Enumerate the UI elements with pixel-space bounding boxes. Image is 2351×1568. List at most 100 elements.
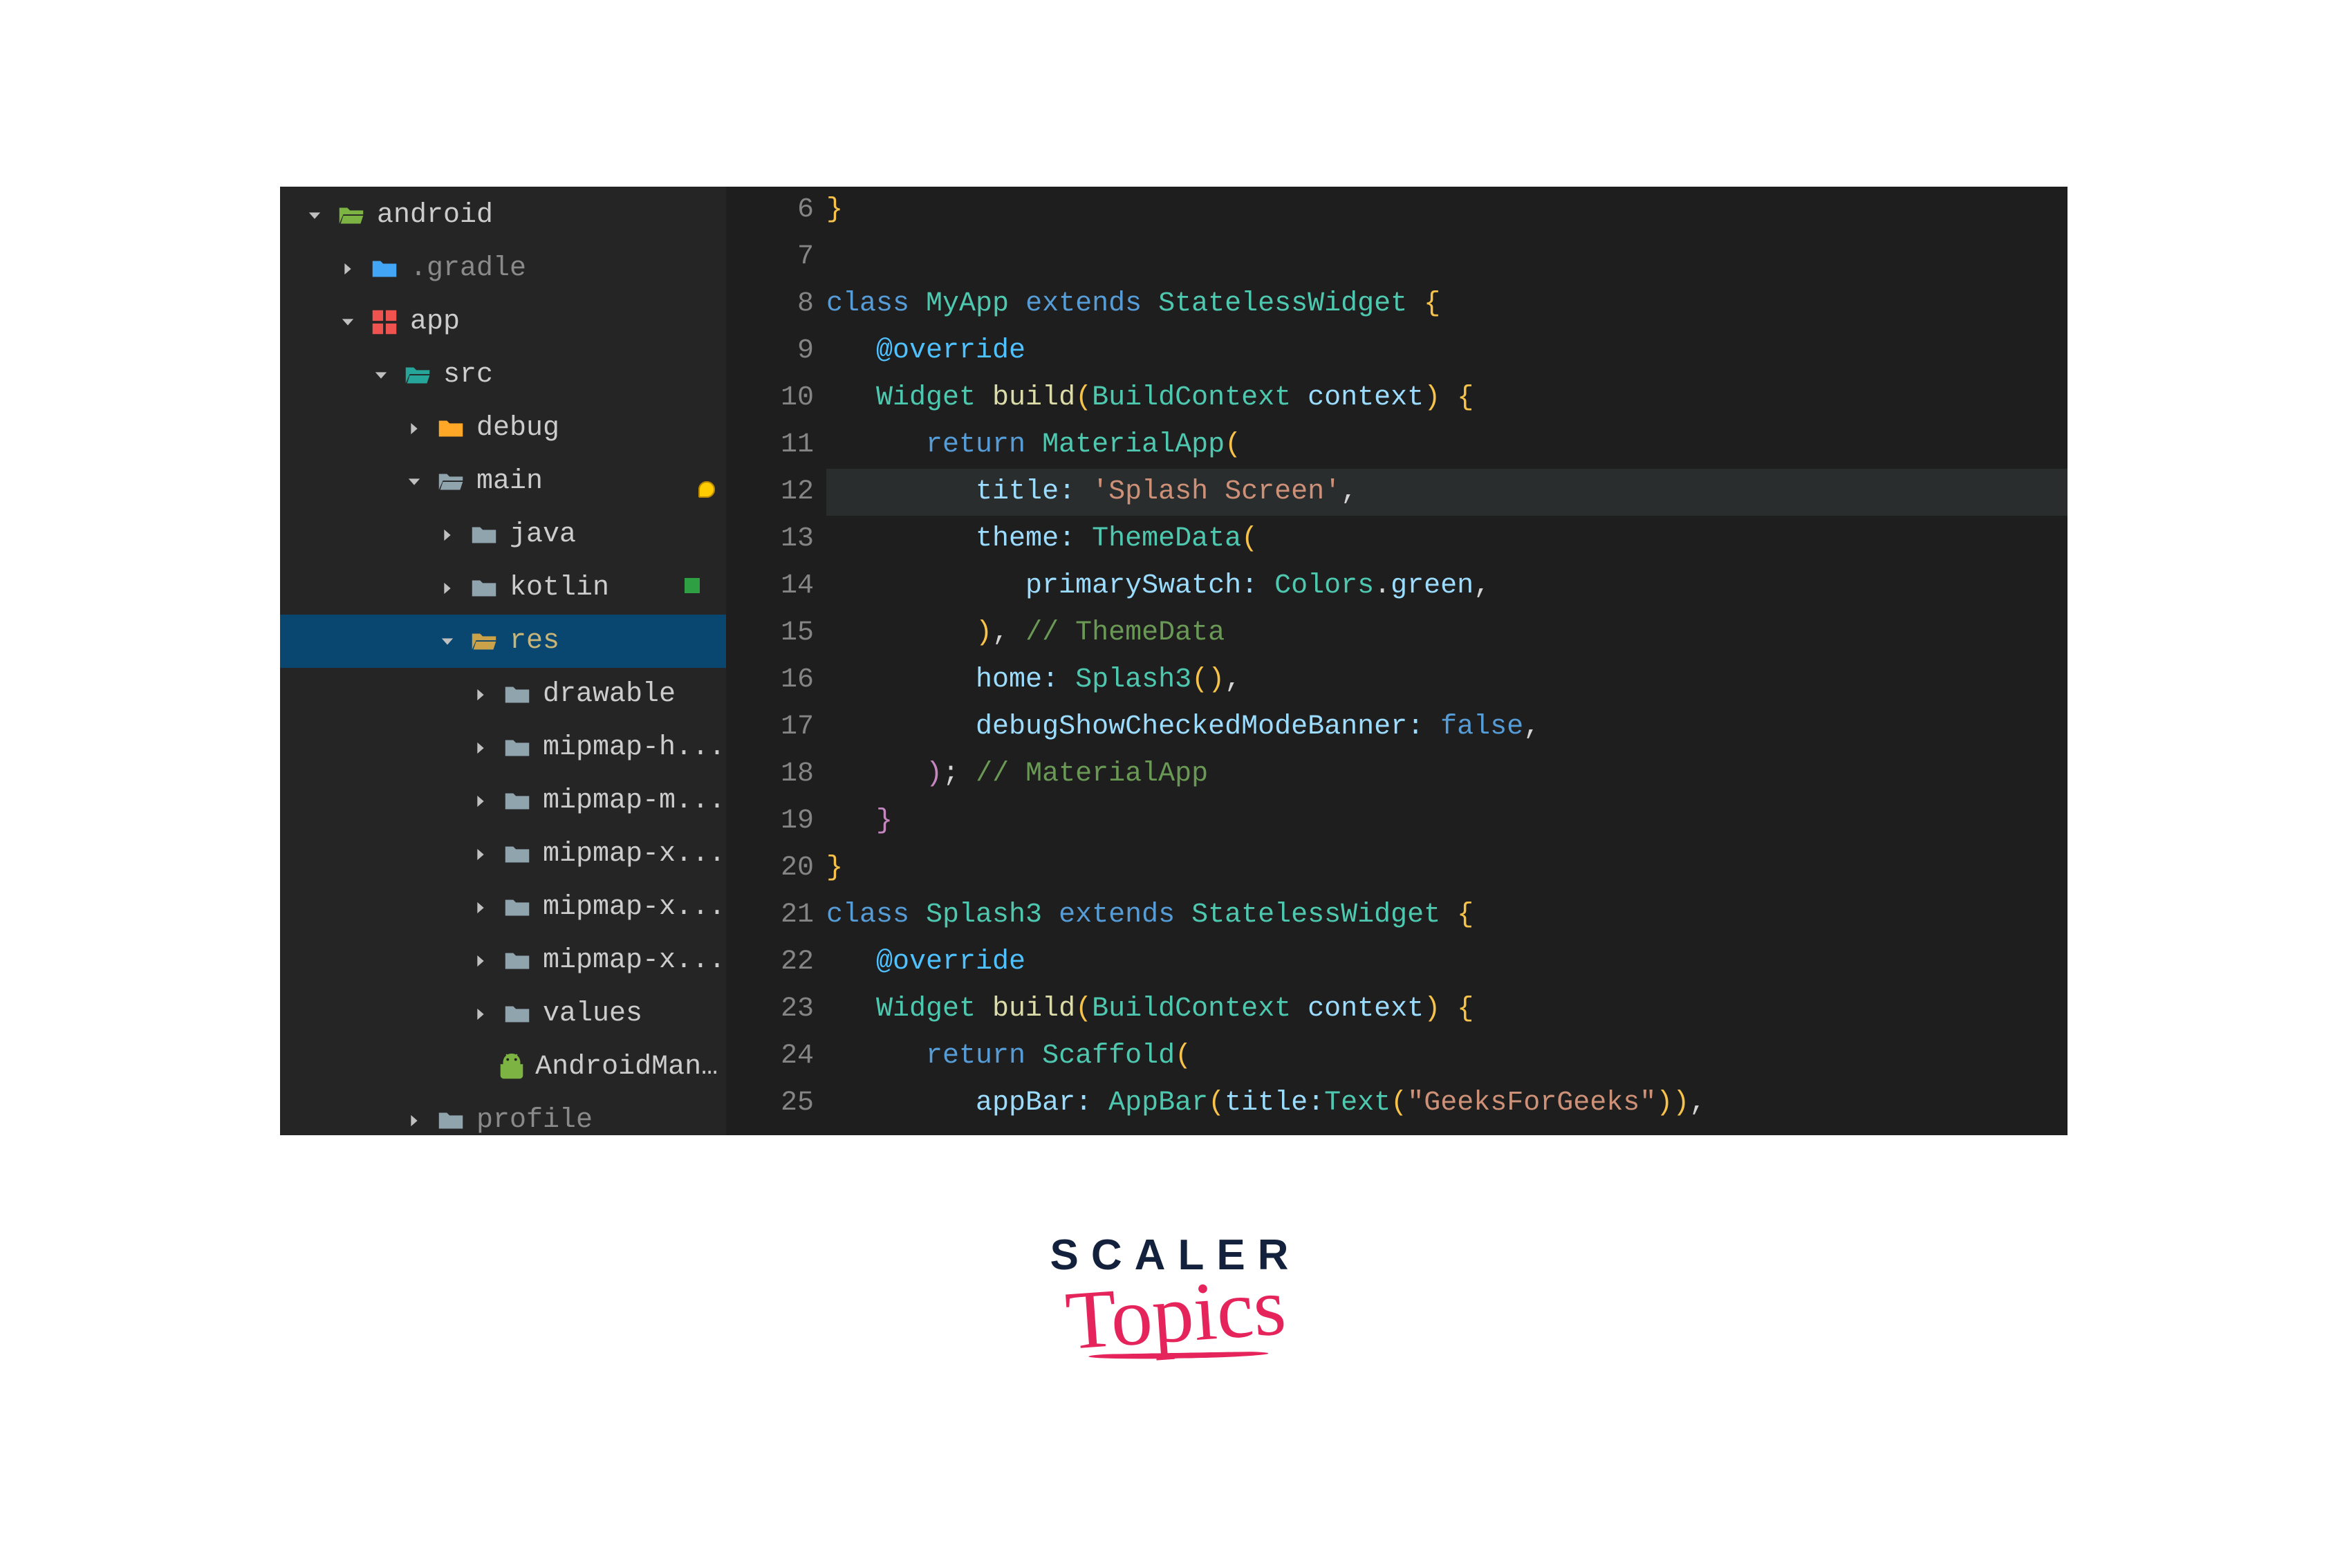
tree-item-label: profile [476, 1105, 593, 1136]
file-explorer[interactable]: android.gradleappsrcdebugmainjavakotlinr… [280, 187, 726, 1135]
tree-item-debug[interactable]: debug [280, 402, 726, 455]
code-line[interactable]: ); // MaterialApp [826, 751, 2067, 798]
chevron-down-icon[interactable] [434, 632, 461, 651]
tree-item-mipmap-m-[interactable]: mipmap-m... [280, 774, 726, 828]
tree-item-android[interactable]: android [280, 189, 726, 242]
code-line[interactable]: primarySwatch: Colors.green, [826, 563, 2067, 610]
code-line[interactable]: } [826, 798, 2067, 845]
tree-item-drawable[interactable]: drawable [280, 668, 726, 721]
line-number: 25 [726, 1080, 814, 1127]
tree-item-res[interactable]: res [280, 615, 726, 668]
chevron-right-icon[interactable] [434, 579, 461, 598]
code-line[interactable]: theme: ThemeData( [826, 516, 2067, 563]
folder-icon [499, 892, 536, 924]
code-token: Splash3 [926, 899, 1059, 931]
chevron-right-icon[interactable] [334, 259, 362, 279]
code-line[interactable]: title: 'Splash Screen', [826, 469, 2067, 516]
code-line[interactable]: class Splash3 extends StatelessWidget { [826, 892, 2067, 939]
tree-item-mipmap-x-[interactable]: mipmap-x... [280, 881, 726, 934]
chevron-right-icon[interactable] [467, 1005, 494, 1024]
code-token: context [1308, 382, 1424, 413]
code-token: ( [1208, 1088, 1225, 1119]
code-line[interactable]: @override [826, 328, 2067, 375]
code-token: , [1474, 570, 1490, 601]
code-token: // ThemeData [1025, 617, 1225, 648]
tree-item-mipmap-x-[interactable]: mipmap-x... [280, 828, 726, 881]
tree-item-src[interactable]: src [280, 348, 726, 402]
code-token: green [1391, 570, 1474, 601]
chevron-down-icon[interactable] [334, 312, 362, 332]
code-token: primarySwatch: [1025, 570, 1274, 601]
code-line[interactable]: return MaterialApp( [826, 422, 2067, 469]
code-token: ( [1225, 429, 1241, 460]
tree-item--gradle[interactable]: .gradle [280, 242, 726, 295]
code-line[interactable]: appBar: AppBar(title:Text("GeeksForGeeks… [826, 1080, 2067, 1127]
folder-open-icon [333, 200, 370, 232]
code-token: title: [976, 476, 1092, 507]
code-token: Widget [876, 993, 992, 1025]
code-editor[interactable]: } class MyApp extends StatelessWidget { @… [826, 187, 2067, 1135]
tree-item-kotlin[interactable]: kotlin [280, 561, 726, 615]
code-token: () [1191, 664, 1225, 696]
chevron-right-icon[interactable] [434, 525, 461, 545]
chevron-right-icon[interactable] [467, 898, 494, 917]
chevron-right-icon[interactable] [400, 419, 428, 438]
line-number: 14 [726, 563, 814, 610]
line-number: 8 [726, 281, 814, 328]
code-token: MyApp [926, 288, 1025, 319]
tree-item-androidman-[interactable]: AndroidMan... [280, 1040, 726, 1094]
tree-item-label: values [543, 998, 642, 1030]
folder-icon [499, 945, 536, 977]
chevron-down-icon[interactable] [367, 366, 395, 385]
code-line[interactable] [826, 234, 2067, 281]
code-line[interactable]: return Scaffold( [826, 1033, 2067, 1080]
code-line[interactable]: Widget build(BuildContext context) { [826, 375, 2067, 422]
chevron-right-icon[interactable] [467, 845, 494, 864]
code-token: 'Splash Screen' [1092, 476, 1341, 507]
code-token: Splash3 [1075, 664, 1191, 696]
chevron-right-icon[interactable] [467, 738, 494, 758]
code-token: Widget [876, 382, 992, 413]
chevron-right-icon[interactable] [467, 685, 494, 704]
tree-item-main[interactable]: main [280, 455, 726, 508]
tree-item-profile[interactable]: profile [280, 1094, 726, 1135]
chevron-down-icon[interactable] [301, 206, 328, 225]
line-number: 6 [726, 187, 814, 234]
tree-item-java[interactable]: java [280, 508, 726, 561]
chevron-right-icon[interactable] [467, 951, 494, 971]
code-token: , [992, 617, 1025, 648]
tree-item-values[interactable]: values [280, 987, 726, 1040]
code-token: , [1689, 1088, 1706, 1119]
code-token: StatelessWidget [1158, 288, 1424, 319]
folder-icon [465, 572, 503, 604]
code-token: ) [976, 617, 992, 648]
code-line[interactable]: class MyApp extends StatelessWidget { [826, 281, 2067, 328]
chevron-down-icon[interactable] [400, 472, 428, 492]
tree-item-mipmap-h-[interactable]: mipmap-h... [280, 721, 726, 774]
code-line[interactable]: } [826, 845, 2067, 892]
tree-item-mipmap-x-[interactable]: mipmap-x... [280, 934, 726, 987]
code-line[interactable]: ), // ThemeData [826, 610, 2067, 657]
code-token: Colors [1274, 570, 1374, 601]
code-token: )) [1656, 1088, 1689, 1119]
code-token: ) [926, 758, 942, 790]
code-token: Scaffold [1042, 1040, 1175, 1072]
code-line[interactable]: @override [826, 939, 2067, 986]
code-token: return [926, 1040, 1042, 1072]
chevron-right-icon[interactable] [467, 792, 494, 811]
tree-item-label: mipmap-x... [543, 839, 725, 870]
code-line[interactable]: Widget build(BuildContext context) { [826, 986, 2067, 1033]
chevron-right-icon[interactable] [400, 1111, 428, 1130]
code-line[interactable]: } [826, 187, 2067, 234]
folder-icon [432, 413, 470, 445]
code-line[interactable]: home: Splash3(), [826, 657, 2067, 704]
code-token: , [1523, 711, 1540, 743]
tree-item-label: AndroidMan... [535, 1052, 726, 1083]
tree-item-app[interactable]: app [280, 295, 726, 348]
code-line[interactable]: debugShowCheckedModeBanner: false, [826, 704, 2067, 751]
code-token: MaterialApp [1042, 429, 1225, 460]
code-token: BuildContext [1092, 382, 1308, 413]
code-token: @override [876, 946, 1025, 978]
line-number: 18 [726, 751, 814, 798]
line-number: 21 [726, 892, 814, 939]
